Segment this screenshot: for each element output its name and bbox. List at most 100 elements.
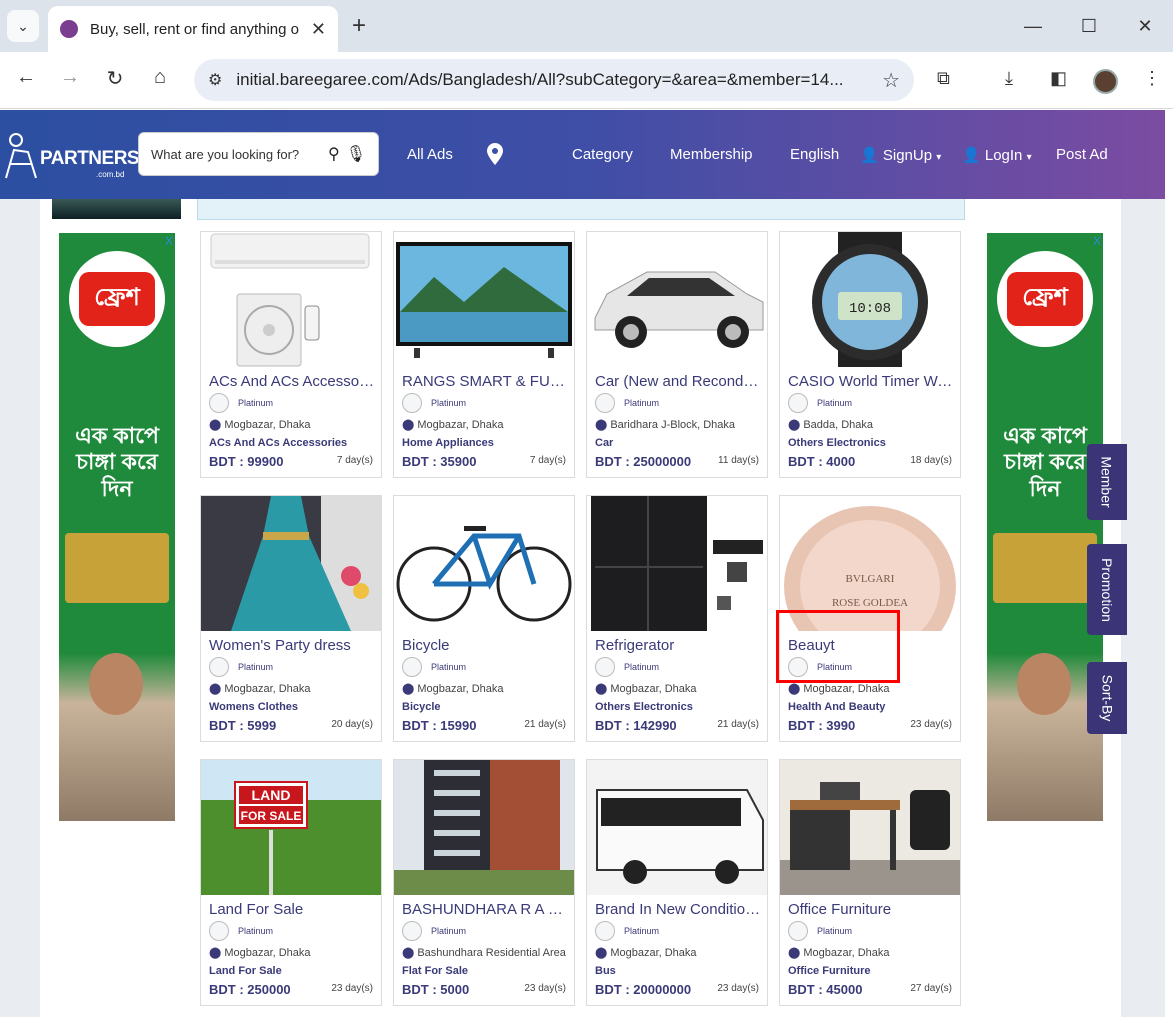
listing-category[interactable]: ACs And ACs Accessories xyxy=(209,437,347,449)
listing-image[interactable] xyxy=(587,232,767,367)
listing-category[interactable]: Others Electronics xyxy=(595,701,693,713)
site-info-icon[interactable]: ⚙ xyxy=(208,70,222,90)
nav-category[interactable]: Category xyxy=(572,146,633,163)
listing-age: 11 day(s) xyxy=(718,455,759,466)
nav-signup[interactable]: 👤 SignUp ▾ xyxy=(860,146,941,164)
listing-title[interactable]: Office Furniture xyxy=(788,901,954,918)
listing-image[interactable] xyxy=(780,760,960,895)
listing-card[interactable]: Car (New and Reconditioned) Platinum ⬤Bari… xyxy=(586,231,768,478)
listing-title[interactable]: ACs And ACs Accessories xyxy=(209,373,375,390)
back-icon[interactable]: ← xyxy=(12,66,40,89)
listing-location: ⬤ Bashundhara Residential Area xyxy=(402,946,568,959)
ad-close-icon[interactable]: X xyxy=(165,234,173,248)
location-text: Badda, Dhaka xyxy=(803,419,874,431)
forward-icon[interactable]: → xyxy=(56,66,84,89)
listing-title[interactable]: Bicycle xyxy=(402,637,568,654)
promotion-filter-tab[interactable]: Promotion xyxy=(1087,544,1127,635)
listing-title[interactable]: Land For Sale xyxy=(209,901,375,918)
extensions-icon[interactable]: ⧉ xyxy=(937,68,950,89)
close-tab-icon[interactable]: ✕ xyxy=(311,19,326,40)
bookmark-star-icon[interactable]: ☆ xyxy=(882,68,900,93)
listing-category[interactable]: Flat For Sale xyxy=(402,965,468,977)
listing-age: 27 day(s) xyxy=(910,983,952,994)
address-bar[interactable]: ⚙ initial.bareegaree.com/Ads/Bangladesh/… xyxy=(194,59,914,101)
browser-tab[interactable]: Buy, sell, rent or find anything o ✕ xyxy=(48,6,338,52)
listing-title[interactable]: Women's Party dress xyxy=(209,637,375,654)
listing-card[interactable]: Bicycle Platinum ⬤ Mogbazar, Dhaka Bicycle BD… xyxy=(393,495,575,742)
listing-title[interactable]: BASHUNDHARA R A Flat xyxy=(402,901,568,918)
listing-category[interactable]: Car xyxy=(595,437,613,449)
location-pin-icon: ⬤ xyxy=(209,947,222,959)
minimize-icon[interactable]: — xyxy=(1005,0,1061,52)
tab-search-button[interactable]: ⌄ xyxy=(7,10,39,42)
location-pin-icon[interactable] xyxy=(487,143,503,165)
ad-person-head xyxy=(1017,653,1071,715)
profile-avatar[interactable] xyxy=(1093,69,1118,94)
listing-category[interactable]: Bicycle xyxy=(402,701,441,713)
nav-all-ads[interactable]: All Ads xyxy=(407,146,453,163)
listing-card[interactable]: 10:08 CASIO World Timer Watch Platinum ⬤ Bad… xyxy=(779,231,961,478)
nav-post-ad[interactable]: Post Ad xyxy=(1056,146,1108,163)
highlight-box xyxy=(776,610,900,683)
listing-image[interactable]: LAND FOR SALE xyxy=(201,760,381,895)
listing-category[interactable]: Office Furniture xyxy=(788,965,871,977)
new-tab-button[interactable]: + xyxy=(352,12,366,40)
listing-title[interactable]: CASIO World Timer Watch xyxy=(788,373,954,390)
listing-title[interactable]: RANGS SMART & FULL HD TV xyxy=(402,373,568,390)
maximize-icon[interactable]: ☐ xyxy=(1061,0,1117,52)
listing-category[interactable]: Health And Beauty xyxy=(788,701,885,713)
listing-age: 18 day(s) xyxy=(910,455,952,466)
listing-card[interactable]: Women's Party dress Platinum ⬤ Mogbazar, Dh… xyxy=(200,495,382,742)
listing-image[interactable] xyxy=(587,496,767,631)
listing-category[interactable]: Land For Sale xyxy=(209,965,282,977)
listing-category[interactable]: Bus xyxy=(595,965,616,977)
search-input[interactable]: What are you looking for? xyxy=(151,147,322,162)
home-icon[interactable]: ⌂ xyxy=(146,66,174,89)
listing-card[interactable]: BASHUNDHARA R A Flat Platinum ⬤ Bashundhara… xyxy=(393,759,575,1006)
location-text: Mogbazar, Dhaka xyxy=(417,683,504,695)
more-menu-icon[interactable]: ⋮ xyxy=(1143,68,1161,89)
listing-image[interactable] xyxy=(201,232,381,367)
member-filter-tab[interactable]: Member xyxy=(1087,444,1127,520)
ad-brand-logo: ফ্রেশ xyxy=(69,251,165,347)
sort-by-tab[interactable]: Sort-By xyxy=(1087,662,1127,734)
nav-membership[interactable]: Membership xyxy=(670,146,753,163)
listing-category[interactable]: Home Appliances xyxy=(402,437,494,449)
site-favicon-icon xyxy=(60,20,78,38)
listing-category[interactable]: Others Electronics xyxy=(788,437,886,449)
download-icon[interactable]: ⤓ xyxy=(1005,68,1013,89)
listing-location: ⬤ Mogbazar, Dhaka xyxy=(402,418,568,431)
listing-card[interactable]: LAND FOR SALE Land For Sale Platinum ⬤ Mogbaz… xyxy=(200,759,382,1006)
listing-category[interactable]: Womens Clothes xyxy=(209,701,298,713)
listing-card[interactable]: Refrigerator Platinum ⬤ Mogbazar, Dhaka Othe… xyxy=(586,495,768,742)
listing-title[interactable]: Car (New and Reconditioned) xyxy=(595,373,761,390)
site-logo[interactable]: PARTNERS .com.bd xyxy=(4,130,140,182)
listing-image[interactable] xyxy=(587,760,767,895)
search-box[interactable]: What are you looking for? ⚲ 🎙 xyxy=(138,132,379,176)
listing-image[interactable] xyxy=(394,496,574,631)
listing-card[interactable]: Office Furniture Platinum ⬤ Mogbazar, Dhaka… xyxy=(779,759,961,1006)
close-window-icon[interactable]: ✕ xyxy=(1117,0,1173,52)
listing-image[interactable] xyxy=(394,232,574,367)
member-level: Platinum xyxy=(624,662,660,672)
nav-login[interactable]: 👤 LogIn ▾ xyxy=(962,146,1032,164)
left-ad-banner[interactable]: X ফ্রেশ এক কাপে চাঙ্গা করে দিন xyxy=(59,233,175,821)
ad-close-icon[interactable]: X xyxy=(1093,234,1101,248)
listing-image[interactable] xyxy=(394,760,574,895)
listing-card[interactable]: Brand In New Condition Bus Platinum ⬤Mogba… xyxy=(586,759,768,1006)
listing-location: ⬤ Mogbazar, Dhaka xyxy=(788,946,954,959)
listing-title[interactable]: Brand In New Condition Bus xyxy=(595,901,761,918)
reload-icon[interactable]: ↻ xyxy=(101,66,129,91)
listing-card[interactable]: RANGS SMART & FULL HD TV Platinum ⬤Mogbaza… xyxy=(393,231,575,478)
search-icon[interactable]: ⚲ xyxy=(328,144,340,164)
listing-image[interactable]: 10:08 xyxy=(780,232,960,367)
listing-card[interactable]: ACs And ACs Accessories Platinum ⬤ Mogbazar… xyxy=(200,231,382,478)
listing-image[interactable] xyxy=(201,496,381,631)
right-ad-banner[interactable]: X ফ্রেশ এক কাপে চাঙ্গা করে দিন xyxy=(987,233,1103,821)
microphone-icon[interactable]: 🎙 xyxy=(346,144,366,164)
member-level: Platinum xyxy=(817,398,853,408)
listing-title[interactable]: Refrigerator xyxy=(595,637,761,654)
nav-language[interactable]: English xyxy=(790,146,839,163)
url-text[interactable]: initial.bareegaree.com/Ads/Bangladesh/Al… xyxy=(236,70,866,90)
side-panel-icon[interactable]: ◧ xyxy=(1050,68,1067,89)
